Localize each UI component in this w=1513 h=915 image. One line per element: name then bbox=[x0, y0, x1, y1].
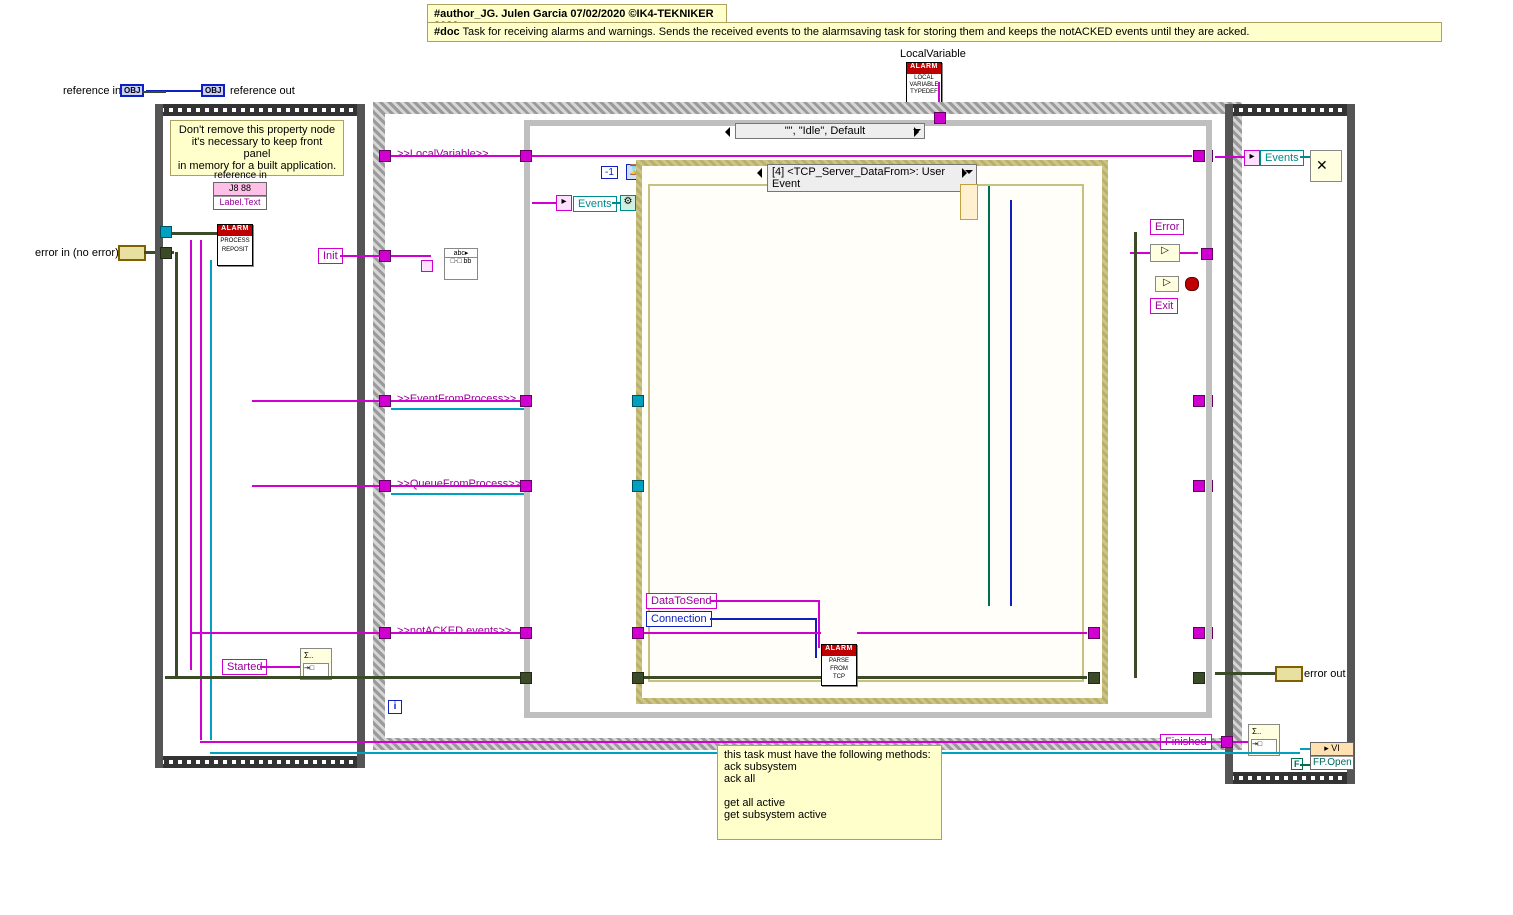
case-tunnel-err-l bbox=[520, 672, 532, 684]
reference-out-label: reference out bbox=[230, 85, 295, 97]
select-arrow-2[interactable]: ▷ bbox=[1155, 276, 1179, 292]
case-next-arrow[interactable] bbox=[914, 127, 924, 137]
connection-label: Connection bbox=[646, 611, 712, 627]
case-tunnel-q-r bbox=[1193, 480, 1205, 492]
error-constant: Error bbox=[1150, 219, 1184, 235]
local-variable-typedef-icon[interactable]: ALARM LOCAL VARIABLE TYPEDEF bbox=[906, 62, 942, 104]
case-tunnel-na-r bbox=[1193, 627, 1205, 639]
seq-tunnel-ref-in bbox=[160, 226, 172, 238]
parse-from-tcp-subvi[interactable]: ALARM PARSE FROM TCP bbox=[821, 644, 857, 686]
error-in-label: error in (no error) bbox=[35, 247, 119, 259]
doc-comment: #doc #doc Task for receiving alarms and … bbox=[427, 22, 1442, 42]
reference-in-label: reference in bbox=[63, 85, 121, 97]
case-selector-text: "", "Idle", Default bbox=[785, 125, 865, 137]
variant-const bbox=[421, 260, 433, 272]
shift-reg-event-label: >>EventFromProcess>> bbox=[397, 393, 516, 405]
event-tunnel-err-l bbox=[632, 672, 644, 684]
event-next-arrow[interactable] bbox=[962, 168, 972, 178]
unregister-events-node[interactable]: ✕ bbox=[1310, 150, 1342, 182]
case-tunnel-err-r bbox=[1193, 672, 1205, 684]
select-arrow-1[interactable]: ▷ bbox=[1150, 244, 1180, 262]
event-selector-text: [4] <TCP_Server_DataFrom>: User Event bbox=[772, 166, 945, 190]
shift-reg-notacked-left bbox=[379, 627, 391, 639]
vi-label: VI bbox=[1331, 743, 1340, 753]
reference-out-terminal: OBJ bbox=[201, 84, 225, 97]
unbundle-arrow-icon: ▸ bbox=[556, 195, 572, 211]
sequence-bottom-left bbox=[155, 756, 365, 768]
shift-reg-notacked-label: >>notACKED events>> bbox=[397, 625, 511, 637]
sequence-bottom-right bbox=[1225, 772, 1355, 784]
fp-open-row: FP.Open bbox=[1313, 757, 1352, 768]
event-tunnel-na-l bbox=[632, 627, 644, 639]
shift-reg-localvar-left bbox=[379, 150, 391, 162]
local-variable-top-label: LocalVariable bbox=[900, 48, 966, 60]
seq-left-border-r bbox=[357, 104, 365, 768]
init-constant: Init bbox=[318, 248, 343, 264]
local-var-icon-text: LOCAL VARIABLE TYPEDEF bbox=[907, 75, 941, 96]
property-node-comment: Don't remove this property node it's nec… bbox=[170, 120, 344, 176]
reference-in-small-label: reference in bbox=[214, 170, 267, 181]
seq-left-border-l bbox=[155, 104, 163, 768]
seq-right-border-r bbox=[1347, 104, 1355, 784]
sequence-top-right bbox=[1225, 104, 1355, 116]
case-tunnel-ev-l bbox=[520, 395, 532, 407]
alarm-banner-icon: ALARM bbox=[907, 63, 941, 74]
event-tunnel-evfp-l bbox=[632, 395, 644, 407]
case-tunnel-lv-r bbox=[1193, 150, 1205, 162]
reference-in-terminal: OBJ bbox=[120, 84, 144, 97]
event-selector[interactable]: [4] <TCP_Server_DataFrom>: User Event bbox=[767, 164, 977, 192]
case-tunnel-cmd-out bbox=[1201, 248, 1213, 260]
loop-iteration-terminal: i bbox=[388, 700, 402, 714]
bundle-node[interactable]: abc▸ □-□ bb bbox=[444, 248, 478, 280]
error-out-label: error out bbox=[1304, 668, 1346, 680]
alarm-banner-icon: ALARM bbox=[822, 645, 856, 656]
case-selector[interactable]: "", "Idle", Default bbox=[735, 123, 925, 139]
loop-tunnel-localvar-top bbox=[934, 112, 946, 124]
parse-from-tcp-text: PARSE FROM TCP bbox=[822, 657, 856, 681]
exit-constant: Exit bbox=[1150, 298, 1178, 314]
seq-right-border-l bbox=[1225, 104, 1233, 784]
event-tunnel-err-r bbox=[1088, 672, 1100, 684]
events-unbundle-inner[interactable]: Events bbox=[573, 196, 617, 212]
property-node-row: Label.Text bbox=[214, 196, 266, 209]
process-reposit-text: PROCESS REPOSIT bbox=[218, 237, 252, 255]
case-tunnel-lv-l bbox=[520, 150, 532, 162]
shift-reg-queue-label: >>QueueFromProcess>> bbox=[397, 478, 521, 490]
property-node-header: J8 88 bbox=[214, 183, 266, 196]
seq-tunnel-finished bbox=[1221, 736, 1233, 748]
event-prev-arrow[interactable] bbox=[752, 168, 762, 178]
shift-reg-event-left bbox=[379, 395, 391, 407]
register-events-node[interactable]: ⚙ bbox=[620, 195, 636, 211]
event-data-node[interactable] bbox=[960, 184, 978, 220]
case-tunnel-na-l bbox=[520, 627, 532, 639]
tunnel-init-in bbox=[379, 250, 391, 262]
case-prev-arrow[interactable] bbox=[720, 127, 730, 137]
case-tunnel-ev-r bbox=[1193, 395, 1205, 407]
fp-open-property-node[interactable]: ▸ VI FP.Open bbox=[1310, 742, 1354, 770]
event-tunnel-qfp-l bbox=[632, 480, 644, 492]
todo-comment: this task must have the following method… bbox=[717, 745, 942, 840]
property-node[interactable]: J8 88 Label.Text bbox=[213, 182, 267, 210]
alarm-banner-icon: ALARM bbox=[218, 225, 252, 236]
events-unbundle-right[interactable]: Events bbox=[1260, 150, 1304, 166]
case-tunnel-q-l bbox=[520, 480, 532, 492]
unbundle-arrow-right: ▸ bbox=[1244, 150, 1260, 166]
neg1-const: -1 bbox=[601, 166, 618, 179]
error-out-terminal bbox=[1275, 666, 1303, 682]
shift-reg-queue-left bbox=[379, 480, 391, 492]
seq-tunnel-err-in bbox=[160, 247, 172, 259]
error-in-terminal bbox=[118, 245, 146, 261]
data-to-send-label: DataToSend bbox=[646, 593, 717, 609]
event-tunnel-na-r bbox=[1088, 627, 1100, 639]
shift-reg-localvar-label: >>LocalVariable>> bbox=[397, 148, 489, 160]
process-reposit-subvi[interactable]: ALARM PROCESS REPOSIT bbox=[217, 224, 253, 266]
sequence-top-left bbox=[155, 104, 365, 116]
stop-terminal[interactable] bbox=[1185, 277, 1199, 291]
